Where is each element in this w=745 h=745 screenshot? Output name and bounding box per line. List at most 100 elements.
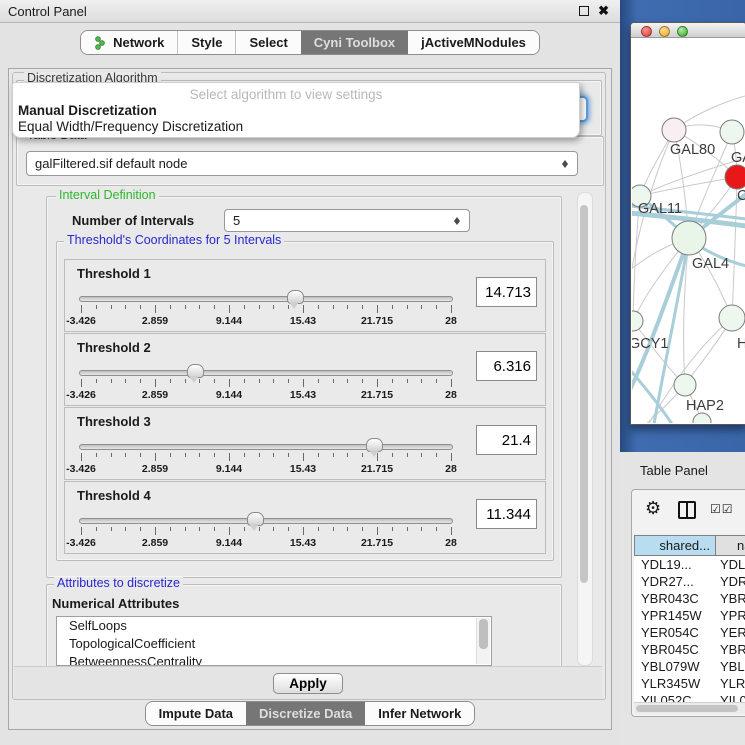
table-panel: Table Panel ⚙ ☑☑ shared... na YDL19...YD… [620, 452, 745, 745]
stepper-arrows-icon [451, 213, 464, 229]
cell-shared-name[interactable]: YDL19... [634, 556, 716, 573]
network-node[interactable] [674, 374, 696, 396]
slider-thumb[interactable] [187, 364, 204, 378]
cell-shared-name[interactable]: YBR045C [634, 641, 716, 658]
column-header-shared[interactable]: shared... [634, 535, 716, 556]
network-node[interactable] [662, 118, 686, 142]
top-tab-bar: Network Style Select Cyni Toolbox jActiv… [0, 30, 620, 57]
interval-group-label: Interval Definition [56, 189, 159, 202]
column-header-name[interactable]: na [716, 535, 745, 556]
gear-icon[interactable]: ⚙ [645, 499, 661, 517]
attribute-list-item[interactable]: BetweennessCentrality [57, 653, 491, 666]
slider-thumb[interactable] [366, 438, 383, 452]
num-intervals-label: Number of Intervals [72, 213, 194, 228]
dropdown-option-equal-width[interactable]: Equal Width/Frequency Discretization [18, 119, 243, 134]
network-node-label: C [737, 188, 745, 204]
network-node-label: GAL [731, 150, 745, 166]
numerical-attributes-list[interactable]: SelfLoopsTopologicalCoefficientBetweenne… [56, 616, 492, 666]
network-window-titlebar[interactable] [631, 23, 745, 38]
cell-shared-name[interactable]: YDR27... [634, 573, 716, 590]
table-row[interactable]: YDL19...YDL1 [634, 556, 745, 573]
network-view-window: GAL80GALCGAL11GAL4GCY1HHAP2 [630, 22, 745, 425]
table-row[interactable]: YBR043CYBR0 [634, 590, 745, 607]
slider-track [79, 444, 453, 450]
cell-name[interactable]: YBL0 [716, 658, 745, 675]
slider-thumb[interactable] [287, 290, 304, 304]
table-row[interactable]: YBL079WYBL0 [634, 658, 745, 675]
mac-zoom-light[interactable] [677, 26, 688, 37]
network-node[interactable] [720, 120, 744, 144]
thresholds-group-label: Threshold's Coordinates for 5 Intervals [64, 234, 284, 247]
slider-axis-labels: -3.4262.8599.14415.4321.71528 [81, 315, 451, 327]
cell-name[interactable]: YLR3 [716, 675, 745, 692]
cell-name[interactable]: YDL1 [716, 556, 745, 573]
cell-shared-name[interactable]: YLR345W [634, 675, 716, 692]
cell-name[interactable]: YDR2 [716, 573, 745, 590]
network-node-label: GAL80 [670, 142, 715, 158]
table-row[interactable]: YER054CYER0 [634, 624, 745, 641]
cell-name[interactable]: YBR0 [716, 590, 745, 607]
mac-close-light[interactable] [641, 26, 652, 37]
cell-shared-name[interactable]: YBL079W [634, 658, 716, 675]
cell-name[interactable]: YPR1 [716, 607, 745, 624]
cell-name[interactable]: YBR0 [716, 641, 745, 658]
network-node[interactable] [632, 311, 643, 331]
tab-discretize-data[interactable]: Discretize Data [246, 702, 365, 725]
scrollbar-thumb[interactable] [580, 205, 588, 583]
tab-select[interactable]: Select [235, 31, 300, 54]
cell-shared-name[interactable]: YER054C [634, 624, 716, 641]
cell-shared-name[interactable]: YBR043C [634, 590, 716, 607]
table-row[interactable]: YIL052CYIL0 [634, 692, 745, 702]
threshold-slider[interactable]: -3.4262.8599.14415.4321.71528 [79, 296, 453, 328]
float-window-icon[interactable] [579, 6, 589, 16]
panel-vertical-scrollbar[interactable] [577, 192, 593, 666]
attributes-list-scrollbar[interactable] [476, 618, 490, 664]
cell-name[interactable]: YIL0 [716, 692, 745, 702]
apply-button[interactable]: Apply [273, 673, 343, 694]
table-row[interactable]: YDR27...YDR2 [634, 573, 745, 590]
threshold-value-input[interactable] [476, 499, 537, 529]
tab-cyni-toolbox[interactable]: Cyni Toolbox [301, 31, 408, 54]
threshold-value-input[interactable] [476, 425, 537, 455]
attribute-list-item[interactable]: TopologicalCoefficient [57, 635, 491, 653]
threshold-slider[interactable]: -3.4262.8599.14415.4321.71528 [79, 518, 453, 550]
network-graph: GAL80GALCGAL11GAL4GCY1HHAP2 [632, 38, 745, 423]
thresholds-list: Threshold 1-3.4262.8599.14415.4321.71528… [64, 259, 546, 555]
table-row[interactable]: YBR045CYBR0 [634, 641, 745, 658]
dropdown-option-manual[interactable]: Manual Discretization [18, 103, 157, 118]
threshold-label: Threshold 3 [77, 414, 151, 429]
table-row[interactable]: YLR345WYLR3 [634, 675, 745, 692]
scrollbar-thumb[interactable] [636, 705, 738, 712]
threshold-value-input[interactable] [476, 277, 537, 307]
dropdown-prompt: Select algorithm to view settings [13, 87, 559, 102]
tab-network[interactable]: Network [81, 31, 177, 54]
threshold-block: Threshold 1-3.4262.8599.14415.4321.71528 [64, 259, 546, 332]
network-canvas[interactable]: GAL80GALCGAL11GAL4GCY1HHAP2 [632, 38, 745, 423]
tab-style[interactable]: Style [177, 31, 235, 54]
cell-shared-name[interactable]: YPR145W [634, 607, 716, 624]
cell-name[interactable]: YER0 [716, 624, 745, 641]
tab-impute-data[interactable]: Impute Data [146, 702, 246, 725]
attribute-list-item[interactable]: SelfLoops [57, 617, 491, 635]
network-node[interactable] [719, 305, 745, 331]
network-node[interactable] [693, 413, 711, 423]
network-icon [94, 36, 107, 50]
threshold-slider[interactable]: -3.4262.8599.14415.4321.71528 [79, 444, 453, 476]
tab-jactivemnodules[interactable]: jActiveMNodules [408, 31, 539, 54]
threshold-value-input[interactable] [476, 351, 537, 381]
table-horizontal-scrollbar[interactable] [634, 702, 745, 714]
table-row[interactable]: YPR145WYPR1 [634, 607, 745, 624]
checkboxes-icon[interactable]: ☑☑ [710, 502, 734, 516]
cell-shared-name[interactable]: YIL052C [634, 692, 716, 702]
close-icon[interactable]: ✖ [598, 3, 609, 19]
threshold-slider[interactable]: -3.4262.8599.14415.4321.71528 [79, 370, 453, 402]
scrollbar-thumb[interactable] [479, 619, 488, 649]
network-node[interactable] [725, 165, 745, 189]
mac-minimize-light[interactable] [659, 26, 670, 37]
network-node[interactable] [672, 221, 706, 255]
split-view-icon[interactable] [678, 501, 696, 519]
tab-infer-network[interactable]: Infer Network [365, 702, 474, 725]
table-data-combo[interactable]: galFiltered.sif default node [26, 151, 578, 176]
num-intervals-combo[interactable]: 5 [224, 209, 470, 232]
slider-thumb[interactable] [247, 512, 264, 526]
